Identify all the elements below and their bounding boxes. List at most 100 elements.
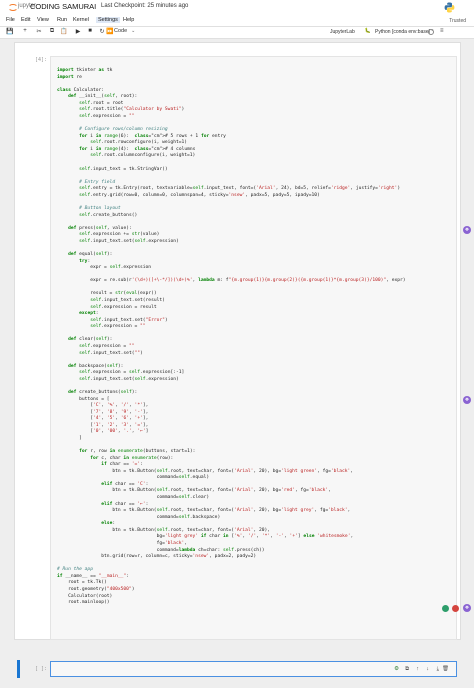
code-line: btn = tk.Button(self.root, text=char, fo… [57,527,271,533]
code-line: import tkinter as tk [57,68,113,73]
active-cell-indicator [17,660,20,678]
code-cell[interactable]: [4]: import tkinter as tk import re class … [17,54,458,641]
code-line: command=self.clear) [57,495,210,501]
checkpoint-status: Last Checkpoint: 25 minutes ago [101,3,189,9]
code-editor[interactable]: import tkinter as tk import re class Calcu… [50,56,457,640]
menu-run[interactable]: Run [57,17,67,23]
code-line: # Entry field [57,179,116,185]
cut-icon[interactable]: ✂ [35,28,43,35]
cell-type-select[interactable]: Code ⌄ [114,28,135,34]
code-line: self.input_text.set("") [79,350,143,356]
code-line: self.root.title("Calculator by Swati") [79,107,185,113]
code-line: try: [79,258,91,264]
move-up-icon[interactable]: ↑ [416,666,419,672]
code-line: btn = tk.Button(self.root, text=char, fo… [57,508,351,514]
code-line: def __init__(self, root): [68,94,138,100]
code-line: elif char == 'C': [101,481,149,487]
menu-icon[interactable]: ≡ [440,28,444,34]
code-line: self.expression = "" [79,343,135,349]
menu-settings[interactable]: Settings [96,17,120,23]
code-line: self.expression = result [90,304,157,310]
code-line: for i in range(4): class="cm"># 4 column… [79,146,196,152]
notification-icon[interactable] [452,605,459,612]
python-logo-icon [444,2,455,13]
add-cell-icon[interactable]: + [21,28,29,34]
code-line: self.root = root [79,100,124,106]
code-line: if __name__ == "__main__": [57,573,129,579]
code-line: bg='light grey' if char in ['%', '/', '*… [57,534,354,540]
code-line: def clear(self): [68,337,113,343]
collaboration-icon-3[interactable]: ❖ [463,604,471,612]
code-line: if char == '=': [101,462,143,468]
delete-icon[interactable]: 🗑 [442,666,449,672]
code-line: root = tk.Tk() [57,580,107,586]
menu-view[interactable]: View [37,17,49,23]
insert-below-icon[interactable]: ⤓ [437,666,439,673]
code-line: ['4', '5', '6', '+'], [57,416,149,422]
code-line: root.geometry("400x500") [57,587,135,593]
code-line: self.root.rowconfigure(i, weight=1) [90,140,188,146]
notebook-toolbar: 💾 + ✂ ⧉ 📋 ▶ ■ ↻ ⏩ Code ⌄ JupyterLab 🐛 Pyt… [0,27,474,39]
kernel-name[interactable]: Python [conda env:base] * [375,29,433,35]
jupyter-logo[interactable]: jupyter [4,2,36,13]
cell-prompt: [4]: [35,57,48,63]
top-bar: jupyter CODING SAMURAI Last Checkpoint: … [0,0,474,15]
code-line: else: [101,521,116,527]
copy-icon[interactable]: ⧉ [48,28,56,35]
restart-icon[interactable]: ↻ [98,28,106,35]
code-line: elif char == '←': [101,501,149,507]
code-line: ['C', '%', '/', '*'], [57,403,149,409]
menu-file[interactable]: File [6,17,15,23]
code-line: self.input_text = tk.StringVar() [79,166,168,172]
jupyterlab-link[interactable]: JupyterLab [330,29,355,35]
code-line: for r, row in enumerate(buttons, start=1… [79,449,196,455]
menu-edit[interactable]: Edit [21,17,30,23]
chevron-down-icon: ⌄ [131,28,136,34]
code-line: import re [57,74,82,80]
code-line: self.input_text.set(self.expression) [79,376,179,382]
code-line: self.expression = "" [79,113,135,119]
bug-icon[interactable]: 🐛 [364,28,372,34]
menu-help[interactable]: Help [123,17,134,23]
empty-code-cell[interactable]: [ ]: ⚙ ⧉ ↑ ↓ ⤓ 🗑 [17,660,458,678]
code-line: self.input_text.set(result) [90,297,165,303]
code-line: self.input_text.set("Error") [90,317,168,323]
code-line: expr = re.sub(r'(\d+)([+\-*/])(\d+)%', l… [57,278,406,284]
code-line: buttons = [ [57,396,110,402]
stop-icon[interactable]: ■ [86,28,94,34]
code-line: class Calculator: [57,87,105,93]
cell-type-label: Code [114,28,128,34]
code-line: btn = tk.Button(self.root, text=char, fo… [57,468,354,474]
jupyter-logo-icon [8,4,18,11]
code-line: ['0', '00', '.', '←'] [57,429,149,435]
code-line: self.root.columnconfigure(i, weight=1) [90,153,196,159]
paste-icon[interactable]: 📋 [60,28,68,35]
code-line: self.create_buttons() [79,212,138,218]
notebook-panel: [4]: import tkinter as tk import re class … [14,42,461,678]
code-line: result = str(eval(expr)) [57,291,157,297]
code-line: def backspace(self): [68,363,124,369]
code-line: self.entry = tk.Entry(root, textvariable… [79,186,401,192]
code-editor-empty[interactable]: ⚙ ⧉ ↑ ↓ ⤓ 🗑 [50,661,457,677]
code-line: btn.grid(row=r, column=c, sticky='nsew',… [57,554,257,560]
code-line: fg='black', [57,541,188,547]
move-down-icon[interactable]: ↓ [426,666,429,672]
run-icon[interactable]: ▶ [74,28,82,35]
status-icon[interactable] [442,605,449,612]
code-line: # Button layout [57,205,121,211]
code-line: ] [57,435,82,441]
save-icon[interactable]: 💾 [6,28,14,35]
menu-kernel[interactable]: Kernel [73,17,89,23]
menu-bar: File Edit View Run Kernel Settings Help … [0,15,474,27]
format-icon[interactable]: ⚙ [394,666,399,672]
fast-forward-icon[interactable]: ⏩ [106,28,114,35]
notebook-title[interactable]: CODING SAMURAI [30,2,96,11]
trusted-indicator[interactable]: Trusted [449,18,466,24]
collaboration-icon[interactable]: ❖ [463,226,471,234]
duplicate-icon[interactable]: ⧉ [405,666,409,673]
code-line: command=self.backspace) [57,514,221,520]
kernel-status-icon [428,29,434,35]
code-line: def press(self, value): [68,225,132,231]
collaboration-icon-2[interactable]: ❖ [463,396,471,404]
code-line: ['7', '8', '9', '-'], [57,409,149,415]
